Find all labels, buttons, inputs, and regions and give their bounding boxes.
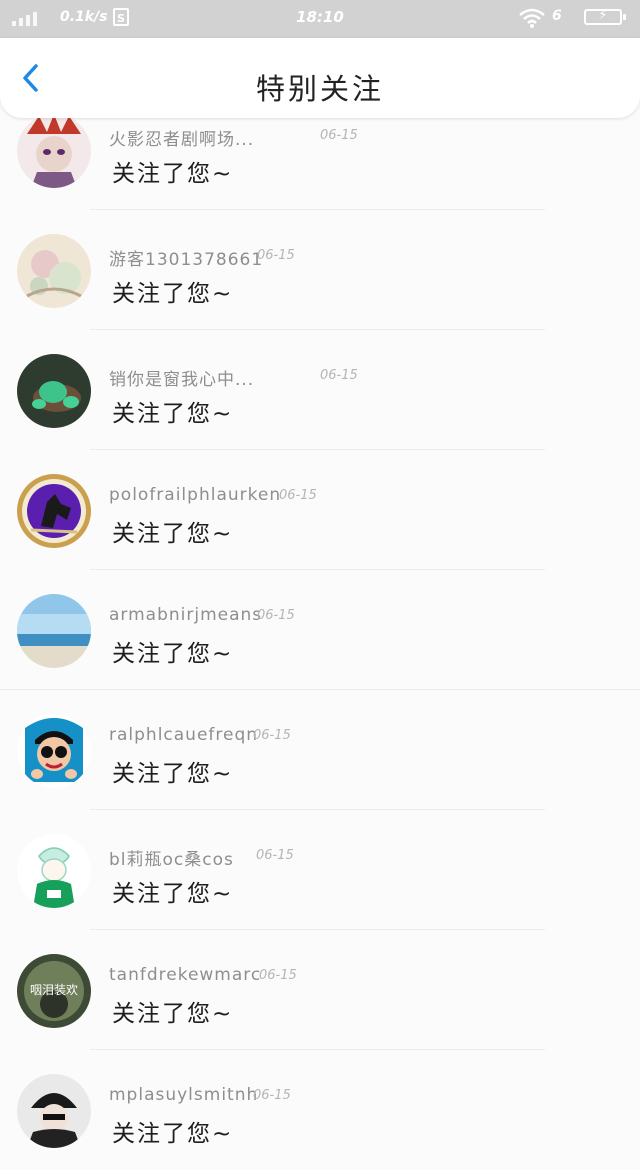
avatar[interactable] xyxy=(17,594,91,668)
date: 06-15 xyxy=(256,848,294,863)
avatar[interactable] xyxy=(17,354,91,428)
list-item[interactable]: bl莉瓶oc桑cos 06-15 关注了您~ xyxy=(0,810,640,930)
date: 06-15 xyxy=(259,968,297,983)
avatar[interactable] xyxy=(17,834,91,908)
username[interactable]: ralphlcauefreqn xyxy=(109,725,258,745)
username[interactable]: polofrailphlaurken xyxy=(109,485,281,505)
avatar[interactable]: 咽泪装欢 xyxy=(17,954,91,1028)
message: 关注了您~ xyxy=(112,1001,234,1027)
username[interactable]: 销你是窗我心中... xyxy=(109,365,254,390)
page-title: 特别关注 xyxy=(255,72,384,106)
list-item[interactable]: polofrailphlaurken 06-15 关注了您~ xyxy=(0,450,640,570)
avatar[interactable] xyxy=(17,474,91,548)
wifi-icon xyxy=(518,7,546,33)
message: 关注了您~ xyxy=(112,521,234,547)
date: 06-15 xyxy=(253,728,291,743)
list-item[interactable]: 游客1301378661 06-15 关注了您~ xyxy=(0,210,640,330)
message: 关注了您~ xyxy=(112,641,234,667)
charging-bolt-icon: ⚡ xyxy=(598,8,608,23)
date: 06-15 xyxy=(279,488,317,503)
message: 关注了您~ xyxy=(112,761,234,787)
date: 06-15 xyxy=(257,248,295,263)
status-bar: 0.1k/s S 18:10 6 ⚡ xyxy=(0,0,640,38)
battery-icon: ⚡ xyxy=(584,8,626,25)
avatar-badge-text: 咽泪装欢 xyxy=(30,982,78,997)
username[interactable]: bl莉瓶oc桑cos xyxy=(109,845,234,870)
title-bar: 特别关注 xyxy=(0,38,640,118)
date: 06-15 xyxy=(320,368,358,383)
list-item[interactable]: ralphlcauefreqn 06-15 关注了您~ xyxy=(0,690,640,810)
battery-percent: 6 xyxy=(552,8,562,24)
avatar[interactable] xyxy=(17,234,91,308)
username[interactable]: mplasuylsmitnh xyxy=(109,1085,258,1105)
date: 06-15 xyxy=(320,128,358,143)
username[interactable]: 火影忍者剧啊场... xyxy=(109,125,254,150)
date: 06-15 xyxy=(257,608,295,623)
message: 关注了您~ xyxy=(112,401,234,427)
avatar[interactable] xyxy=(17,714,91,788)
message: 关注了您~ xyxy=(112,881,234,907)
username[interactable]: tanfdrekewmarc xyxy=(109,965,261,985)
date: 06-15 xyxy=(253,1088,291,1103)
message: 关注了您~ xyxy=(112,161,234,187)
list-item[interactable]: 销你是窗我心中... 06-15 关注了您~ xyxy=(0,330,640,450)
list-item[interactable]: armabnirjmeans 06-15 关注了您~ xyxy=(0,570,640,690)
list-item[interactable]: mplasuylsmitnh 06-15 关注了您~ xyxy=(0,1050,640,1170)
avatar[interactable] xyxy=(17,1074,91,1148)
message: 关注了您~ xyxy=(112,281,234,307)
message: 关注了您~ xyxy=(112,1121,234,1147)
list-item[interactable]: 咽泪装欢 tanfdrekewmarc 06-15 关注了您~ xyxy=(0,930,640,1050)
username[interactable]: 游客1301378661 xyxy=(109,245,263,270)
avatar[interactable] xyxy=(17,114,91,188)
username[interactable]: armabnirjmeans xyxy=(109,605,262,625)
